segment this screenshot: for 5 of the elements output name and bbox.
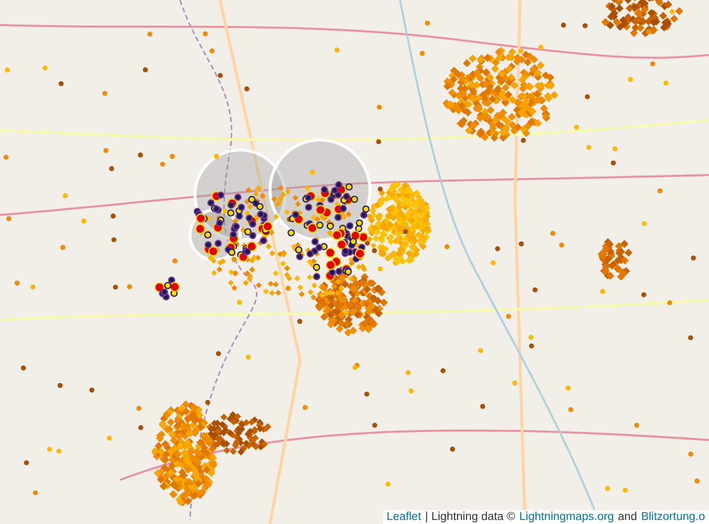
attribution-link[interactable]: Lightningmaps.org bbox=[519, 511, 614, 523]
attribution-link[interactable]: Blitzortung.o bbox=[641, 511, 705, 523]
attribution-link[interactable]: Leaflet bbox=[386, 511, 422, 523]
lightning-map-drawing[interactable] bbox=[0, 0, 709, 524]
attribution-text: Leaflet | Lightning data © Lightningmaps.org and Blitzortung.o bbox=[382, 510, 709, 524]
